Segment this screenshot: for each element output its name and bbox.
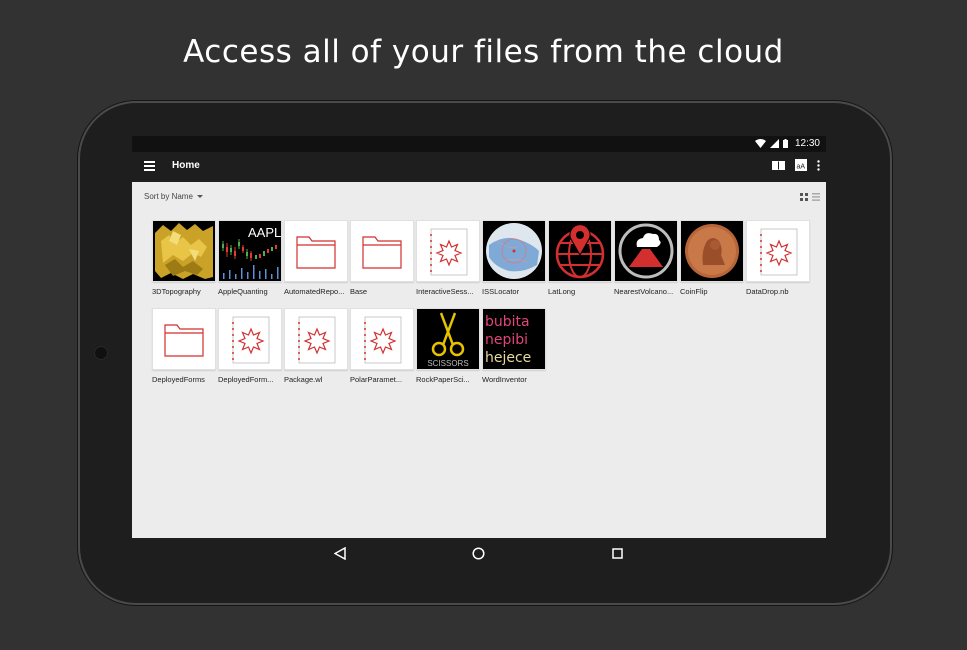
wifi-icon: [755, 139, 766, 148]
location-globe-image: [548, 220, 612, 282]
thumb-scissors-label: SCISSORS: [427, 359, 468, 368]
file-item-3dtopography[interactable]: 3DTopography: [152, 220, 216, 296]
folder-icon: [284, 220, 348, 282]
file-item-package-wl[interactable]: Package.wl: [284, 308, 348, 384]
notebook-icon: [218, 308, 282, 370]
file-item-base[interactable]: Base: [350, 220, 414, 296]
tablet-camera: [94, 346, 108, 360]
file-name: NearestVolcano...: [614, 287, 678, 296]
toolbar-title: Home: [172, 160, 200, 171]
file-name: DeployedForm...: [218, 375, 282, 384]
android-nav-bar: [132, 538, 826, 570]
file-item-deployedforms[interactable]: DeployedForms: [152, 308, 216, 384]
thumb-word-2: nepibi: [485, 332, 528, 348]
scissors-image: SCISSORS: [416, 308, 480, 370]
notebook-icon: [350, 308, 414, 370]
folder-icon: [152, 308, 216, 370]
file-name: ISSLocator: [482, 287, 546, 296]
file-item-interactivesession[interactable]: InteractiveSess...: [416, 220, 480, 296]
thumb-word-3: hejece: [485, 350, 531, 366]
sort-dropdown[interactable]: Sort by Name: [144, 192, 203, 201]
file-name: DeployedForms: [152, 375, 216, 384]
font-size-icon[interactable]: aA: [795, 159, 807, 171]
file-name: InteractiveSess...: [416, 287, 480, 296]
file-item-nearestvolcano[interactable]: NearestVolcano...: [614, 220, 678, 296]
file-item-deployedform-nb[interactable]: DeployedForm...: [218, 308, 282, 384]
back-icon[interactable]: [334, 547, 346, 560]
recents-icon[interactable]: [612, 548, 623, 559]
file-name: 3DTopography: [152, 287, 216, 296]
file-item-latlong[interactable]: LatLong: [548, 220, 612, 296]
word-image: bubita nepibi hejece: [482, 308, 546, 370]
headline: Access all of your files from the cloud: [0, 34, 967, 70]
signal-icon: [770, 139, 779, 148]
thumb-word-1: bubita: [485, 314, 530, 330]
svg-text:aA: aA: [797, 164, 806, 171]
file-item-polarparametric[interactable]: PolarParamet...: [350, 308, 414, 384]
list-view-icon[interactable]: [812, 193, 820, 201]
thumb-ticker: AAPL: [248, 225, 281, 240]
file-name: AppleQuanting: [218, 287, 282, 296]
dropdown-arrow-icon: [197, 195, 203, 198]
book-icon[interactable]: [772, 160, 785, 170]
file-name: WordInventor: [482, 375, 546, 384]
globe-image: [482, 220, 546, 282]
file-name: DataDrop.nb: [746, 287, 810, 296]
file-item-datadrop[interactable]: DataDrop.nb: [746, 220, 810, 296]
menu-icon[interactable]: [144, 161, 155, 171]
volcano-image: [614, 220, 678, 282]
penny-image: [680, 220, 744, 282]
sort-label: Sort by Name: [144, 192, 193, 201]
folder-icon: [350, 220, 414, 282]
file-name: CoinFlip: [680, 287, 744, 296]
topography-image: [152, 220, 216, 282]
file-browser: Sort by Name 3DTopography: [132, 182, 826, 538]
notebook-icon: [284, 308, 348, 370]
status-time: 12:30: [795, 138, 820, 149]
file-name: Package.wl: [284, 375, 348, 384]
status-bar: 12:30: [132, 136, 826, 152]
home-icon[interactable]: [472, 547, 485, 560]
file-item-automatedreports[interactable]: AutomatedRepo...: [284, 220, 348, 296]
file-name: PolarParamet...: [350, 375, 414, 384]
file-name: LatLong: [548, 287, 612, 296]
battery-icon: [783, 139, 788, 148]
file-name: RockPaperSci...: [416, 375, 480, 384]
file-name: AutomatedRepo...: [284, 287, 348, 296]
file-item-isslocator[interactable]: ISSLocator: [482, 220, 546, 296]
grid-view-icon[interactable]: [800, 193, 808, 201]
file-item-wordinventor[interactable]: bubita nepibi hejece WordInventor: [482, 308, 546, 384]
notebook-icon: [746, 220, 810, 282]
notebook-icon: [416, 220, 480, 282]
file-item-applequanting[interactable]: AAPL AppleQuanting: [218, 220, 282, 296]
device-screen: 12:30 Home aA Sort by Name: [132, 136, 826, 538]
app-toolbar: Home aA: [132, 152, 826, 182]
file-name: Base: [350, 287, 414, 296]
stock-chart-image: AAPL: [218, 220, 282, 282]
file-item-coinflip[interactable]: CoinFlip: [680, 220, 744, 296]
more-options-icon[interactable]: [817, 160, 820, 171]
file-item-rockpaperscissors[interactable]: SCISSORS RockPaperSci...: [416, 308, 480, 384]
